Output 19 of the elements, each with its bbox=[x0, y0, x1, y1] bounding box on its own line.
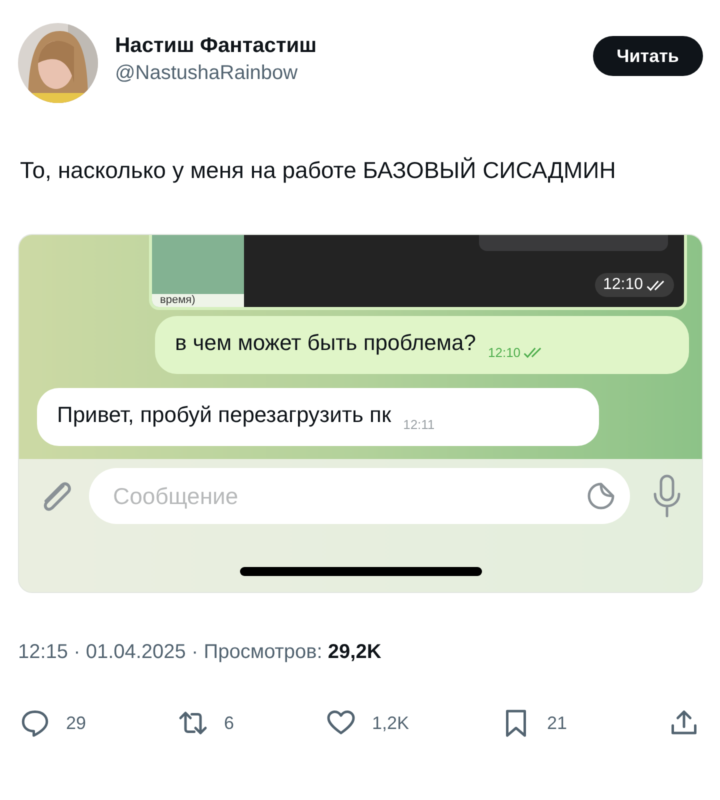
message-text: в чем может быть проблема? bbox=[175, 330, 476, 356]
message-time: 12:10 bbox=[488, 344, 521, 360]
action-count: 29 bbox=[66, 712, 86, 734]
message-fragment: время) bbox=[152, 294, 244, 307]
author-handle[interactable]: @NastushaRainbow bbox=[115, 62, 593, 84]
message-field[interactable]: Сообщение bbox=[89, 468, 630, 524]
post-text: То, насколько у меня на работе БАЗОВЫЙ СИСАДМИН bbox=[20, 156, 617, 185]
sticker-icon[interactable] bbox=[586, 481, 616, 511]
post-meta: 12:15 · 01.04.2025 · Просмотров: 29,2K bbox=[18, 641, 382, 664]
message-text: Привет, пробуй перезагрузить пк bbox=[57, 402, 392, 428]
follow-button[interactable]: Читать bbox=[592, 36, 703, 76]
action-count: 21 bbox=[546, 712, 568, 734]
microphone-icon[interactable] bbox=[652, 474, 682, 518]
author-name[interactable]: Настиш Фантастиш bbox=[115, 34, 593, 58]
action-count: 1,2K bbox=[372, 712, 410, 734]
message-time: 12:10 bbox=[594, 273, 674, 297]
action-count: 6 bbox=[224, 712, 234, 734]
message-time: 12:11 bbox=[403, 416, 435, 432]
speech-bubble-icon[interactable] bbox=[20, 708, 50, 738]
